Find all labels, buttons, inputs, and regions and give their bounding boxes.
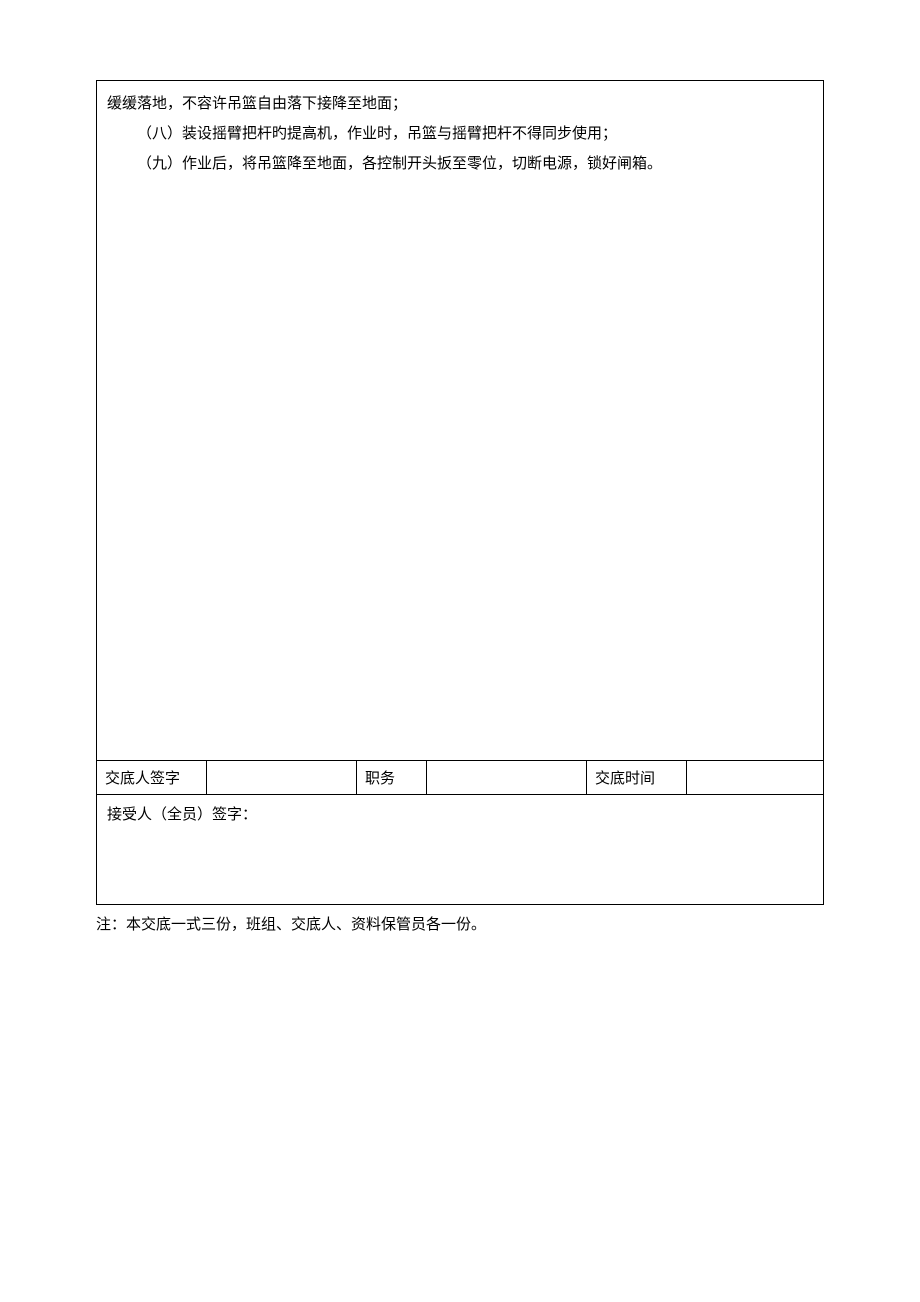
signature-row: 交底人签字 职务 交底时间	[97, 761, 824, 795]
content-body: 缓缓落地，不容许吊篮自由落下接降至地面； （八）装设摇臂把杆旳提高机，作业时，吊…	[97, 81, 824, 761]
time-label: 交底时间	[587, 761, 687, 795]
presenter-signature-value[interactable]	[207, 761, 357, 795]
recipient-signature-cell[interactable]: 接受人（全员）签字：	[97, 795, 824, 905]
position-value[interactable]	[427, 761, 587, 795]
content-line-2: （八）装设摇臂把杆旳提高机，作业时，吊篮与摇臂把杆不得同步使用；	[107, 119, 813, 149]
presenter-signature-label: 交底人签字	[97, 761, 207, 795]
content-line-1: 缓缓落地，不容许吊篮自由落下接降至地面；	[107, 89, 813, 119]
footnote: 注：本交底一式三份，班组、交底人、资料保管员各一份。	[96, 913, 824, 934]
document-page: 缓缓落地，不容许吊篮自由落下接降至地面； （八）装设摇臂把杆旳提高机，作业时，吊…	[96, 80, 824, 934]
time-value[interactable]	[687, 761, 824, 795]
content-line-3: （九）作业后，将吊篮降至地面，各控制开头扳至零位，切断电源，锁好闸箱。	[107, 149, 813, 179]
position-label: 职务	[357, 761, 427, 795]
recipient-signature-label: 接受人（全员）签字：	[107, 807, 257, 823]
form-table: 缓缓落地，不容许吊篮自由落下接降至地面； （八）装设摇臂把杆旳提高机，作业时，吊…	[96, 80, 824, 905]
